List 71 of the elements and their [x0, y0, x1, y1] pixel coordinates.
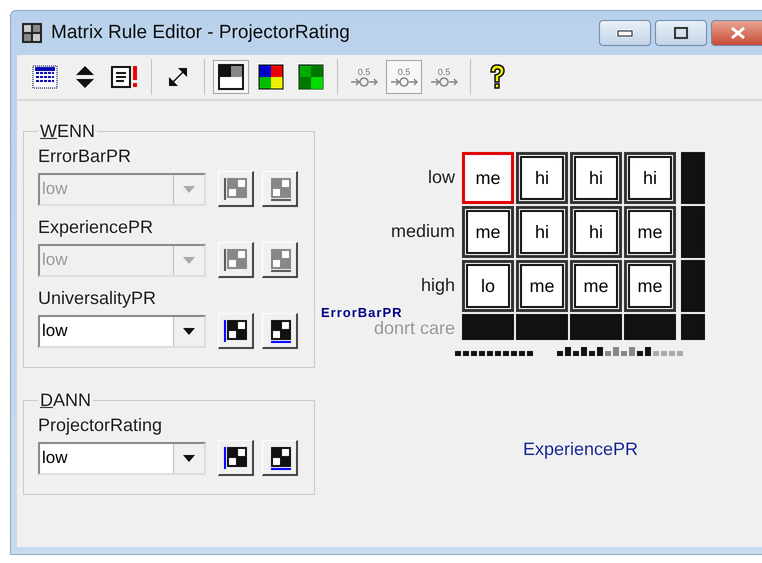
grid-icon — [222, 318, 248, 344]
grid-icon — [222, 176, 248, 202]
close-icon — [729, 26, 747, 40]
rule-cell[interactable]: hi — [624, 152, 676, 204]
row-axis-label: ErrorBarPR — [321, 305, 403, 320]
rule-cell[interactable]: me — [624, 260, 676, 312]
minimize-button[interactable] — [599, 20, 651, 46]
node-arrow-icon — [390, 76, 418, 86]
dont-care-cell[interactable] — [681, 206, 705, 258]
quadrant-squares-icon — [218, 64, 244, 90]
dont-care-cell[interactable] — [462, 314, 514, 340]
grid-icon — [222, 246, 248, 272]
app-icon — [21, 22, 43, 44]
row-label: low — [426, 166, 456, 189]
matrix-button[interactable] — [218, 171, 254, 207]
matrix-button[interactable] — [262, 440, 298, 476]
toolbar-button[interactable]: 0.5 — [346, 60, 382, 94]
toolbar-button[interactable]: 0.5 — [426, 60, 462, 94]
rule-cell[interactable]: lo — [462, 260, 514, 312]
rule-cell[interactable]: hi — [516, 206, 568, 258]
dont-care-cell[interactable] — [681, 260, 705, 312]
toolbar-button[interactable]: 0.5 — [386, 60, 422, 94]
dont-care-cell[interactable] — [681, 152, 705, 204]
group-title: DANN — [39, 390, 92, 411]
checker-squares-icon — [298, 64, 324, 90]
dropdown-arrow-icon — [183, 256, 195, 264]
restore-icon — [673, 26, 689, 40]
dont-care-label: donrt care — [372, 318, 456, 340]
value-dropdown[interactable]: low — [38, 314, 206, 348]
group-title: WENN — [39, 121, 96, 142]
matrix-button[interactable] — [218, 440, 254, 476]
rule-cell[interactable]: me — [570, 260, 622, 312]
rule-cell[interactable]: hi — [516, 152, 568, 204]
rule-cell[interactable]: me — [624, 206, 676, 258]
document-alert-icon — [111, 64, 139, 90]
matrix-button[interactable] — [218, 313, 254, 349]
variable-label: ErrorBarPR — [38, 146, 132, 167]
variable-label: ExperiencePR — [38, 217, 154, 238]
matrix-button[interactable] — [218, 242, 254, 278]
matrix-button[interactable] — [262, 171, 298, 207]
grid-icon — [222, 444, 248, 470]
diagonal-arrows-icon — [168, 67, 188, 87]
dont-care-cell[interactable] — [681, 314, 705, 340]
dont-care-cell[interactable] — [624, 314, 676, 340]
matrix-button[interactable] — [262, 313, 298, 349]
rule-cell[interactable]: hi — [570, 206, 622, 258]
up-down-icon — [75, 64, 95, 90]
rule-cell[interactable]: hi — [570, 152, 622, 204]
close-button[interactable] — [711, 20, 762, 46]
minimize-icon — [617, 29, 633, 37]
dropdown-arrow-icon — [183, 454, 195, 462]
dropdown-arrow-icon — [183, 328, 195, 334]
variable-label: UniversalityPR — [38, 288, 158, 309]
rule-cell[interactable]: me — [516, 260, 568, 312]
color-squares-icon — [258, 64, 284, 90]
variable-label: ProjectorRating — [38, 415, 164, 436]
toolbar-button[interactable] — [213, 60, 249, 94]
row-label: medium — [390, 220, 456, 243]
node-arrow-icon — [430, 76, 458, 86]
rule-cell[interactable]: me — [462, 206, 514, 258]
node-arrow-icon — [350, 76, 378, 86]
rule-cell[interactable]: me — [462, 152, 514, 204]
dont-care-cell[interactable] — [516, 314, 568, 340]
dropdown-arrow-icon — [183, 186, 195, 192]
column-axis-label: ExperiencePR — [523, 439, 638, 460]
dont-care-cell[interactable] — [570, 314, 622, 340]
value-dropdown[interactable]: low — [38, 442, 206, 474]
matrix-button[interactable] — [262, 242, 298, 278]
table-icon — [32, 64, 58, 90]
window-title: Matrix Rule Editor - ProjectorRating — [51, 22, 350, 44]
maximize-button[interactable] — [655, 20, 707, 46]
